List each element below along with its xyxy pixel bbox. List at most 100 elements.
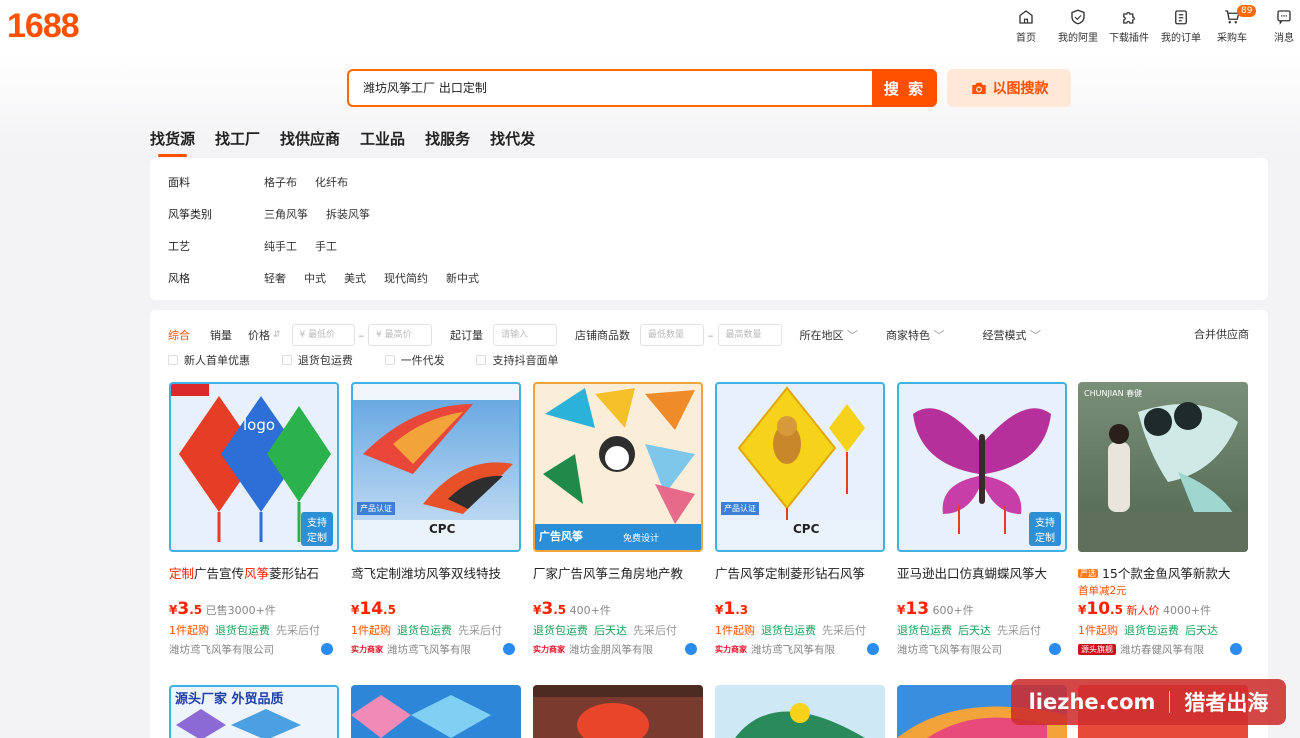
product-image[interactable]: 支持定制 — [897, 382, 1067, 552]
tab-find-goods[interactable]: 找货源 — [150, 128, 195, 157]
price-int: 13 — [905, 599, 930, 619]
attr-value[interactable]: 手工 — [315, 238, 337, 254]
product-image[interactable]: 源头厂家 外贸品质 — [169, 685, 339, 738]
nav-messages[interactable]: 消息 — [1259, 8, 1300, 44]
price-dec: .5 — [383, 603, 396, 617]
checkbox-icon — [281, 355, 292, 365]
sort-default[interactable]: 综合 — [168, 327, 190, 343]
product-image[interactable]: CHUNJIAN 春健 — [1078, 382, 1248, 552]
product-title[interactable]: 鸢飞定制潍坊风筝双线特技 — [351, 563, 521, 581]
product-image[interactable]: 产品认证 CPC — [715, 382, 885, 552]
merchant-dropdown[interactable]: 商家特色 ﹀ — [886, 327, 945, 343]
moq-input[interactable]: 请输入 — [493, 324, 558, 346]
nav-cart[interactable]: 89 采购车 — [1207, 5, 1257, 44]
product-card[interactable]: 产品认证 CPC 广告风筝定制菱形钻石风筝 ¥1.3 1件起购 退货包运费 先采后付… — [715, 382, 885, 657]
search-button[interactable]: 搜 索 — [872, 69, 937, 107]
product-image[interactable] — [351, 685, 521, 738]
product-card[interactable]: 广告风筝 免费设计 厂家广告风筝三角房地产教 ¥3.5 400+件 退货包运费后… — [533, 382, 703, 657]
shop-label: 潍坊鸢飞风筝有限 — [387, 644, 471, 656]
attr-value[interactable]: 现代简约 — [384, 270, 428, 286]
sort-price[interactable]: 价格 — [248, 327, 270, 343]
kite-photo — [533, 685, 703, 738]
product-title[interactable]: 亚马逊出口仿真蝴蝶风筝大 — [897, 563, 1067, 581]
sort-sales[interactable]: 销量 — [210, 327, 232, 343]
product-price: ¥1.3 — [715, 599, 749, 619]
check-free-return[interactable]: 退货包运费 — [281, 352, 353, 368]
tab-dropship[interactable]: 找代发 — [490, 128, 535, 157]
quick-checks: 新人首单优惠 退货包运费 一件代发 支持抖音面单 — [168, 352, 586, 368]
attr-value[interactable]: 格子布 — [264, 174, 297, 190]
chat-icon[interactable] — [321, 643, 333, 655]
chat-icon[interactable] — [685, 643, 697, 655]
product-image[interactable]: logo 支持定制 — [169, 382, 339, 552]
product-image[interactable]: 广告风筝 免费设计 — [533, 382, 703, 552]
product-image[interactable] — [533, 685, 703, 738]
tag: 先采后付 — [276, 624, 320, 637]
product-image[interactable]: 产品认证 CPC — [351, 382, 521, 552]
product-card[interactable]: 产品认证 CPC 鸢飞定制潍坊风筝双线特技 ¥14.5 1件起购 退货包运费 先采后… — [351, 382, 521, 657]
price-line: ¥14.5 — [351, 599, 521, 619]
attr-value[interactable]: 三角风筝 — [264, 206, 308, 222]
chat-icon[interactable] — [867, 643, 879, 655]
shop-name[interactable]: 实力商家 潍坊鸢飞风筝有限 — [351, 642, 521, 657]
nav-orders[interactable]: 我的订单 — [1156, 8, 1206, 44]
tab-find-factory[interactable]: 找工厂 — [215, 128, 260, 157]
attr-value[interactable]: 美式 — [344, 270, 366, 286]
chat-icon[interactable] — [503, 643, 515, 655]
mode-dropdown[interactable]: 经营模式 ﹀ — [983, 327, 1042, 343]
merge-supplier-toggle[interactable]: 合并供应商 — [1194, 323, 1249, 347]
product-title[interactable]: 厂家广告风筝三角房地产教 — [533, 563, 703, 581]
attr-value[interactable]: 轻奢 — [264, 270, 286, 286]
chat-icon[interactable] — [1049, 643, 1061, 655]
attr-value[interactable]: 新中式 — [446, 270, 479, 286]
shop-name[interactable]: 潍坊鸢飞风筝有限公司 — [169, 642, 339, 657]
brand-watermark-label: CHUNJIAN 春健 — [1084, 389, 1143, 398]
shop-name[interactable]: 潍坊鸢飞风筝有限公司 — [897, 642, 1067, 657]
tag: 1件起购 — [715, 624, 755, 637]
check-newcomer[interactable]: 新人首单优惠 — [168, 352, 250, 368]
price-min-input[interactable]: ¥ 最低价 — [291, 324, 355, 346]
title-highlight: 风筝 — [244, 566, 270, 581]
attr-name: 面料 — [168, 176, 190, 189]
count-min-input[interactable]: 最低数量 — [640, 324, 705, 346]
nav-my-ali[interactable]: 我的阿里 — [1053, 8, 1103, 44]
attr-value[interactable]: 拆装风筝 — [326, 206, 370, 222]
tab-find-supplier[interactable]: 找供应商 — [280, 128, 340, 157]
check-dropship[interactable]: 一件代发 — [384, 352, 445, 368]
shop-count-label: 店铺商品数 — [575, 329, 631, 342]
home-icon — [1019, 10, 1033, 24]
new-user-price: 新人价 — [1126, 604, 1160, 617]
search-input[interactable]: 潍坊风筝工厂 出口定制 — [347, 69, 872, 107]
product-card[interactable]: logo 支持定制 定制广告宣传风筝菱形钻石 ¥3.5 已售3000+件 1件起… — [169, 382, 339, 657]
sort-arrows-icon[interactable]: ⇵ — [273, 330, 281, 340]
price-max-input[interactable]: ¥ 最高价 — [368, 324, 433, 346]
tag: 先采后付 — [633, 624, 677, 637]
product-image[interactable] — [715, 685, 885, 738]
attr-value[interactable]: 纯手工 — [264, 238, 297, 254]
site-logo[interactable]: 1688 — [7, 7, 80, 46]
nav-my-ali-label: 我的阿里 — [1058, 33, 1098, 44]
tab-industrial[interactable]: 工业品 — [360, 128, 405, 157]
product-title[interactable]: 定制广告宣传风筝菱形钻石 — [169, 563, 339, 581]
product-card[interactable]: 支持定制 亚马逊出口仿真蝴蝶风筝大 ¥13 600+件 退货包运费 后天达 先采后付… — [897, 382, 1067, 657]
product-card[interactable]: CHUNJIAN 春健 严选 15个款金鱼风筝新款大 首单减2元 ¥10.5 新… — [1078, 382, 1248, 657]
count-max-input[interactable]: 最高数量 — [717, 324, 782, 346]
shop-name[interactable]: 实力商家 潍坊鸢飞风筝有限 — [715, 642, 885, 657]
product-title[interactable]: 广告风筝定制菱形钻石风筝 — [715, 563, 885, 581]
attr-value[interactable]: 化纤布 — [315, 174, 348, 190]
free-design-label: 免费设计 — [623, 534, 660, 544]
shop-name[interactable]: 源头旗舰 潍坊春健风筝有限 — [1078, 642, 1248, 657]
shop-name[interactable]: 实力商家 潍坊金朋风筝有限 — [533, 642, 703, 657]
chat-icon[interactable] — [1230, 643, 1242, 655]
attr-value[interactable]: 中式 — [304, 270, 326, 286]
nav-plugin[interactable]: 下载插件 — [1104, 8, 1154, 44]
title-highlight: 定制 — [169, 566, 195, 581]
product-title[interactable]: 严选 15个款金鱼风筝新款大 — [1078, 563, 1248, 581]
tag: 后天达 — [958, 624, 991, 637]
nav-home[interactable]: 首页 — [1001, 8, 1051, 44]
price-int: 3 — [541, 599, 554, 619]
image-search-button[interactable]: 以图搜款 — [947, 69, 1071, 107]
region-dropdown[interactable]: 所在地区 ﹀ — [800, 327, 859, 343]
tab-find-service[interactable]: 找服务 — [425, 128, 470, 157]
check-douyin[interactable]: 支持抖音面单 — [476, 352, 558, 368]
